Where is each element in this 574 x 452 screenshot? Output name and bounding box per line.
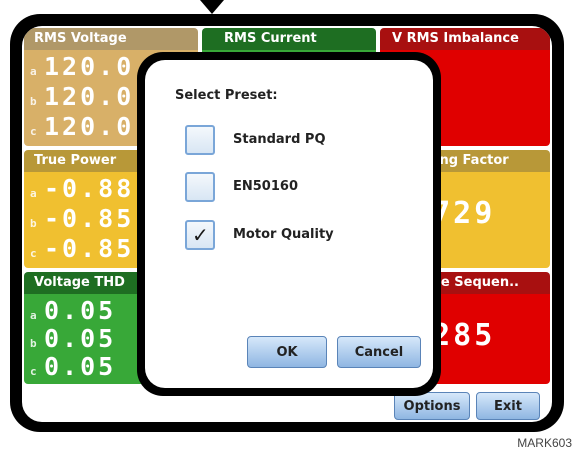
select-preset-dialog: Select Preset: Standard PQ EN50160 ✓ Mot… (137, 52, 441, 396)
value-row: c -0.85 (30, 234, 135, 263)
value-row: b 0.05 (30, 324, 117, 353)
preset-option-en50160[interactable]: EN50160 (185, 172, 425, 202)
value-row: a -0.88 (30, 174, 135, 203)
pointer-arrow-icon (200, 0, 224, 14)
checkbox[interactable] (185, 172, 215, 202)
checkbox[interactable] (185, 125, 215, 155)
cancel-button[interactable]: Cancel (337, 336, 421, 368)
value-row: c 0.05 (30, 352, 117, 381)
exit-button[interactable]: Exit (476, 392, 540, 420)
tile-title: V RMS Imbalance (380, 28, 550, 50)
value-row: c 120.0 (30, 112, 135, 141)
preset-option-standard-pq[interactable]: Standard PQ (185, 125, 425, 155)
dialog-title: Select Preset: (175, 88, 278, 103)
dialog-body: Select Preset: Standard PQ EN50160 ✓ Mot… (145, 60, 433, 388)
tile-title: RMS Voltage (24, 28, 198, 50)
ok-button[interactable]: OK (247, 336, 327, 368)
value-row: b 120.0 (30, 82, 135, 111)
options-button[interactable]: Options (394, 392, 470, 420)
value-row: a 120.0 (30, 52, 135, 81)
tile-title: RMS Current (202, 28, 376, 50)
value-row: b -0.85 (30, 204, 135, 233)
preset-option-label: Motor Quality (233, 227, 334, 242)
preset-option-motor-quality[interactable]: ✓ Motor Quality (185, 220, 425, 250)
checkmark-icon: ✓ (192, 223, 209, 247)
watermark-label: MARK603 (517, 436, 572, 450)
preset-option-label: Standard PQ (233, 132, 326, 147)
checkbox[interactable]: ✓ (185, 220, 215, 250)
preset-option-label: EN50160 (233, 179, 298, 194)
value-row: a 0.05 (30, 296, 117, 325)
